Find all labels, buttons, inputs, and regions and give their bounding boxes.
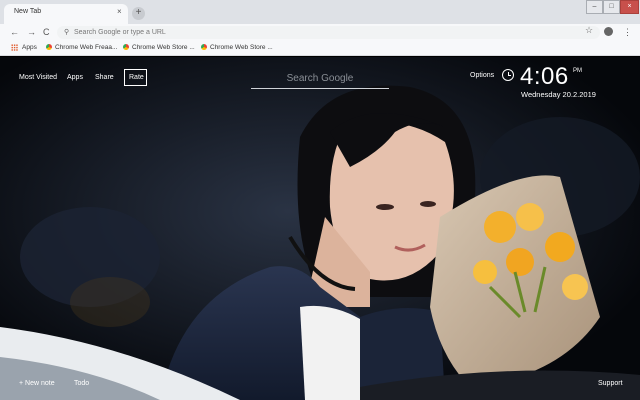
clock-time: 4:06 [520, 63, 569, 90]
new-tab-button[interactable]: + [132, 7, 145, 20]
bookmark-label: Chrome Web Store ... [132, 44, 195, 51]
bookmark-star-icon[interactable]: ☆ [585, 24, 593, 37]
bookmarks-bar: Apps Chrome Web Freaa... Chrome Web Stor… [0, 40, 640, 56]
minimize-button[interactable]: – [586, 0, 603, 14]
tab-title: New Tab [14, 8, 42, 15]
search-icon: ⚲ [64, 29, 70, 36]
rate-button[interactable]: Rate [124, 69, 147, 86]
search-input[interactable] [251, 68, 389, 88]
clock-icon[interactable] [502, 69, 514, 81]
chrome-icon [123, 44, 129, 50]
tab-strip: New Tab × + – □ × [0, 0, 640, 24]
account-icon[interactable] [604, 27, 613, 36]
close-window-button[interactable]: × [620, 0, 639, 14]
new-note-button[interactable]: + New note [19, 379, 55, 389]
bookmark-item[interactable]: Chrome Web Freaa... [46, 42, 117, 54]
rate-label: Rate [129, 74, 144, 81]
chrome-icon [46, 44, 52, 50]
search-box [251, 68, 389, 89]
reload-icon[interactable]: C [43, 26, 50, 38]
browser-toolbar: ← → C ⚲ Search Google or type a URL ☆ ⋮ [0, 24, 640, 40]
clock-date: Wednesday 20.2.2019 [521, 90, 596, 99]
bookmark-item[interactable]: Chrome Web Store ... [123, 42, 195, 54]
clock-ampm: PM [573, 68, 582, 74]
bookmark-label: Chrome Web Freaa... [55, 44, 118, 51]
support-link[interactable]: Support [598, 379, 623, 389]
bookmark-label: Chrome Web Store ... [210, 44, 273, 51]
tab-close-icon[interactable]: × [117, 7, 122, 17]
back-icon[interactable]: ← [10, 26, 19, 38]
maximize-button[interactable]: □ [603, 0, 620, 14]
background-photo [0, 57, 640, 400]
nav-share[interactable]: Share [95, 73, 114, 83]
new-tab-page: Most Visited Apps Share Rate Options 4:0… [0, 57, 640, 400]
nav-most-visited[interactable]: Most Visited [19, 73, 57, 83]
forward-icon[interactable]: → [27, 26, 36, 38]
apps-grid-icon [11, 44, 18, 51]
omnibox[interactable]: ⚲ Search Google or type a URL [57, 26, 600, 39]
bookmark-item[interactable]: Chrome Web Store ... [201, 42, 273, 54]
tab-new-tab[interactable]: New Tab × [4, 4, 128, 24]
omnibox-placeholder: Search Google or type a URL [74, 29, 166, 36]
menu-icon[interactable]: ⋮ [623, 26, 632, 38]
nav-apps[interactable]: Apps [67, 73, 83, 83]
options-link[interactable]: Options [470, 71, 494, 81]
bookmark-apps[interactable]: Apps [22, 42, 37, 54]
todo-button[interactable]: Todo [74, 379, 89, 389]
chrome-icon [201, 44, 207, 50]
